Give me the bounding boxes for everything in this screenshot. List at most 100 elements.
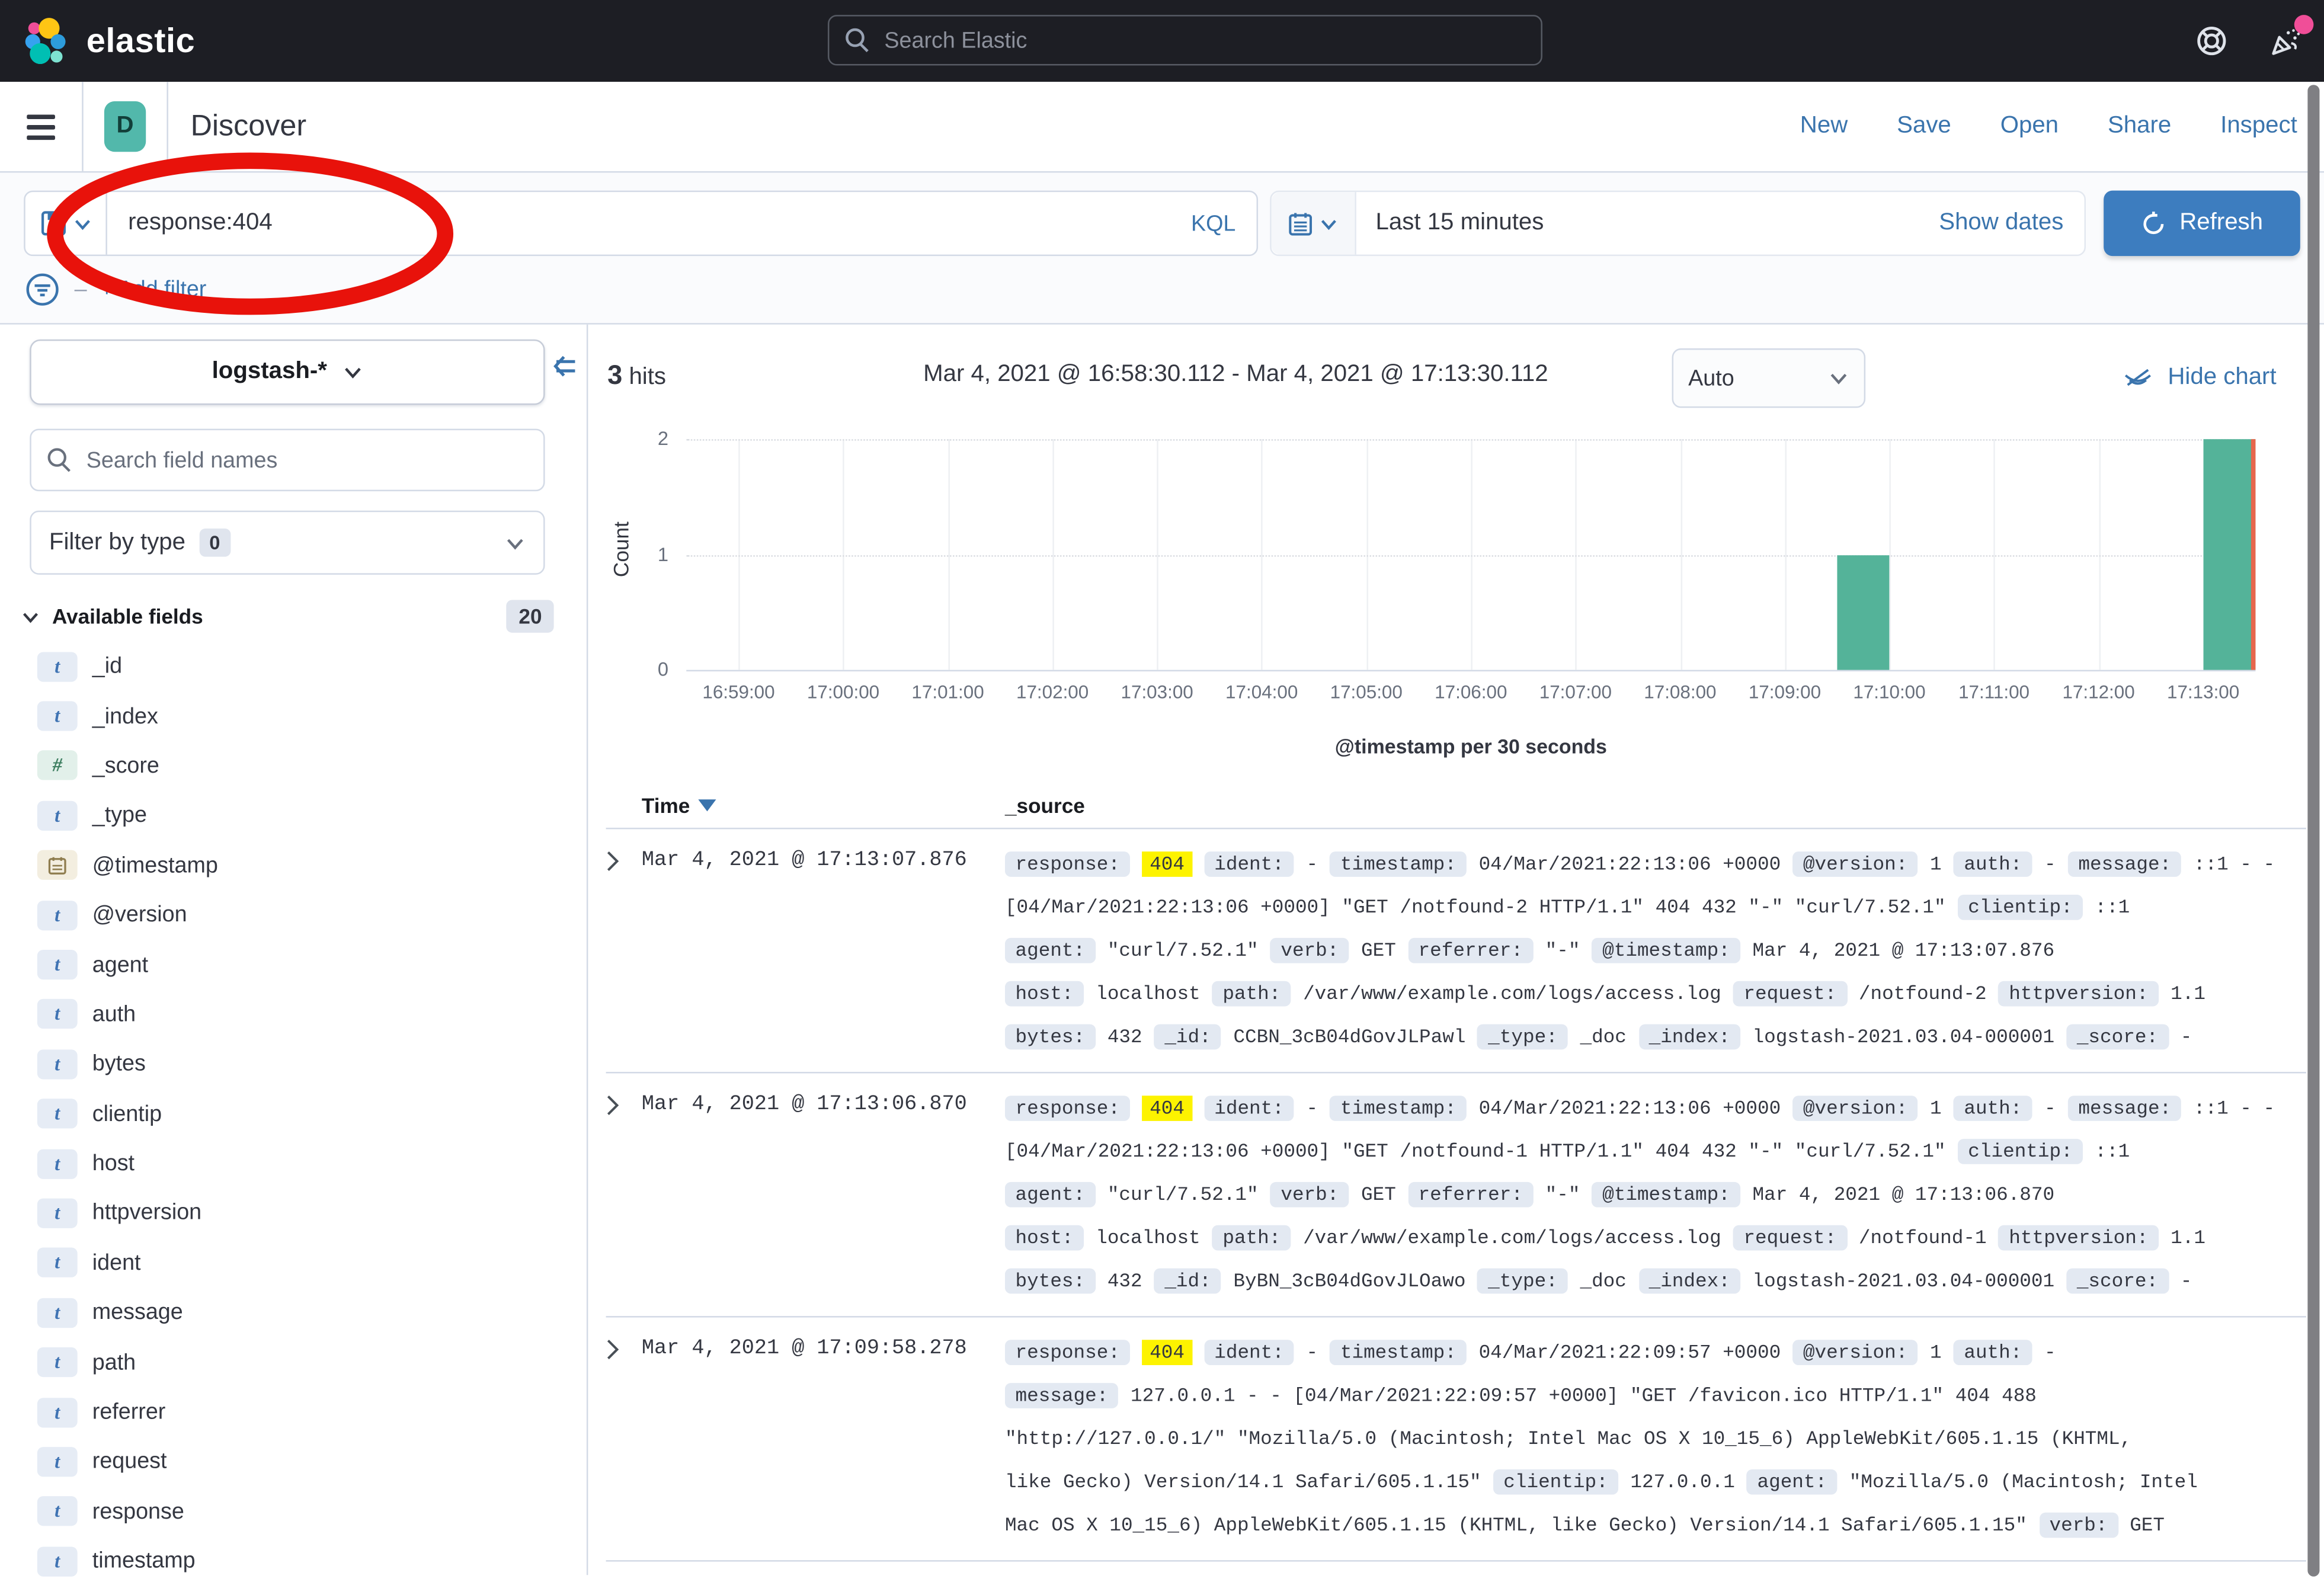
histogram-interval-select[interactable]: Auto: [1672, 348, 1866, 408]
field-search-input[interactable]: Search field names: [30, 429, 545, 492]
scrollbar[interactable]: [2307, 85, 2319, 1577]
histogram-bar[interactable]: [1837, 555, 1889, 670]
app-navbar: D Discover NewSaveOpenShareInspect: [0, 82, 2324, 172]
field-type-icon-text: t: [37, 702, 78, 731]
saved-query-icon: [40, 210, 66, 236]
source-value: GET: [2130, 1514, 2165, 1536]
source-field-pill: _index:: [1638, 1024, 1740, 1050]
field-item-response[interactable]: tresponse: [0, 1487, 587, 1536]
hide-chart-button[interactable]: Hide chart: [2122, 362, 2277, 395]
newsfeed-icon[interactable]: [2268, 23, 2303, 59]
field-item-_id[interactable]: t_id: [0, 642, 587, 691]
histogram-chart[interactable]: Count @timestamp per 30 seconds 16:59:00…: [588, 411, 2324, 783]
field-name: request: [92, 1449, 167, 1475]
source-value: /notfound-2: [1859, 982, 1987, 1005]
menu-icon[interactable]: [0, 82, 84, 171]
field-type-icon-text: t: [37, 1546, 78, 1576]
source-value: 04/Mar/2021:22:13:06 +0000: [1479, 1097, 1781, 1120]
query-language-button[interactable]: KQL: [1170, 211, 1257, 236]
source-field-pill: _index:: [1638, 1269, 1740, 1294]
filter-by-type-select[interactable]: Filter by type 0: [30, 511, 545, 575]
expand-doc-button[interactable]: [606, 1331, 642, 1560]
field-item-request[interactable]: t request: [0, 1437, 587, 1487]
available-fields-header[interactable]: Available fields 20: [21, 600, 553, 633]
field-item-agent[interactable]: tagent: [0, 940, 587, 989]
source-field-pill: timestamp:: [1330, 1096, 1467, 1121]
field-item-referrer[interactable]: treferrer: [0, 1387, 587, 1437]
filter-icon[interactable]: [24, 270, 61, 308]
field-type-icon-text: t: [37, 900, 78, 930]
chevron-down-icon: [342, 362, 363, 383]
field-item-_score[interactable]: #_score: [0, 741, 587, 791]
source-value: Mac OS X 10_15_6) AppleWebKit/605.1.15 (…: [1005, 1514, 2027, 1536]
query-input[interactable]: response:404: [107, 210, 1170, 236]
global-search-input[interactable]: Search Elastic: [828, 15, 1542, 65]
source-value: ::1: [2095, 1141, 2130, 1163]
source-field-pill: request:: [1733, 981, 1847, 1007]
x-tick-label: 17:13:00: [2136, 682, 2270, 703]
field-item-clientip[interactable]: tclientip: [0, 1089, 587, 1139]
chart-date-range: Mar 4, 2021 @ 16:58:30.112 - Mar 4, 2021…: [811, 362, 1660, 389]
source-value: localhost: [1096, 982, 1200, 1005]
field-item-message[interactable]: t message: [0, 1288, 587, 1338]
documents-table: Time _source Mar 4, 2021 @ 17:13:07.876r…: [606, 783, 2306, 1562]
source-value: "-": [1545, 939, 1580, 962]
field-name: response: [92, 1499, 184, 1525]
source-field-pill: response:: [1005, 1340, 1131, 1365]
nav-link-open[interactable]: Open: [2000, 113, 2059, 140]
calendar-icon: [1288, 211, 1313, 236]
nav-link-inspect[interactable]: Inspect: [2220, 113, 2297, 140]
nav-link-new[interactable]: New: [1800, 113, 1848, 140]
field-item-_type[interactable]: t_type: [0, 791, 587, 841]
sort-desc-icon[interactable]: [699, 799, 716, 811]
add-filter-button[interactable]: + Add filter: [100, 276, 206, 302]
source-column-header: _source: [1005, 793, 1085, 817]
help-icon[interactable]: [2193, 23, 2229, 59]
source-value: /notfound-1: [1859, 1226, 1987, 1249]
field-type-icon-text: t: [37, 1298, 78, 1327]
source-value: like Gecko) Version/14.1 Safari/605.1.15…: [1005, 1471, 1481, 1493]
elastic-logo[interactable]: elastic: [21, 15, 195, 66]
nav-link-share[interactable]: Share: [2108, 113, 2171, 140]
quick-select-menu-button[interactable]: [1272, 192, 1356, 255]
table-row: Mar 4, 2021 @ 17:09:58.278response:404id…: [606, 1318, 2306, 1562]
field-item-ident[interactable]: tident: [0, 1238, 587, 1288]
source-field-pill: _score:: [2066, 1269, 2168, 1294]
source-value: -: [1307, 1097, 1318, 1120]
field-type-icon-text: t: [37, 1149, 78, 1179]
expand-doc-button[interactable]: [606, 1087, 642, 1316]
time-column-header[interactable]: Time: [642, 793, 1005, 817]
source-field-pill: message:: [2068, 851, 2182, 877]
refresh-button[interactable]: Refresh: [2104, 191, 2300, 257]
field-name: message: [92, 1300, 183, 1325]
field-name: ident: [92, 1250, 141, 1276]
field-item-httpversion[interactable]: thttpversion: [0, 1189, 587, 1238]
field-item-@timestamp[interactable]: @timestamp: [0, 840, 587, 890]
field-type-icon-text: t: [37, 1347, 78, 1377]
source-field-pill: ident:: [1204, 1340, 1295, 1365]
field-type-icon-text: t: [37, 1447, 78, 1477]
collapse-sidebar-button[interactable]: [551, 351, 581, 381]
field-name: httpversion: [92, 1200, 201, 1226]
expand-doc-button[interactable]: [606, 843, 642, 1072]
table-row: Mar 4, 2021 @ 17:13:07.876response:404id…: [606, 829, 2306, 1073]
index-pattern-select[interactable]: logstash-*: [30, 340, 545, 405]
field-item-timestamp[interactable]: ttimestamp: [0, 1536, 587, 1582]
saved-query-menu-button[interactable]: [25, 192, 107, 255]
field-item-_index[interactable]: t _index: [0, 691, 587, 741]
field-item-auth[interactable]: tauth: [0, 989, 587, 1039]
source-value: GET: [1361, 939, 1396, 962]
chevron-down-icon: [1828, 368, 1849, 389]
field-item-host[interactable]: thost: [0, 1139, 587, 1189]
field-item-path[interactable]: tpath: [0, 1337, 587, 1387]
field-item-@version[interactable]: t@version: [0, 890, 587, 940]
field-name: _index: [92, 703, 158, 729]
time-range-value[interactable]: Last 15 minutes: [1356, 210, 1918, 236]
histogram-bar[interactable]: [2203, 439, 2255, 670]
nav-links: New Save Open Share Inspect: [1800, 113, 2297, 140]
nav-link-save[interactable]: Save: [1897, 113, 1951, 140]
show-dates-button[interactable]: Show dates: [1918, 210, 2084, 236]
filter-by-type-count-badge: 0: [199, 529, 231, 557]
source-value: Mar 4, 2021 @ 17:13:06.870: [1752, 1183, 2054, 1206]
field-item-bytes[interactable]: tbytes: [0, 1039, 587, 1089]
